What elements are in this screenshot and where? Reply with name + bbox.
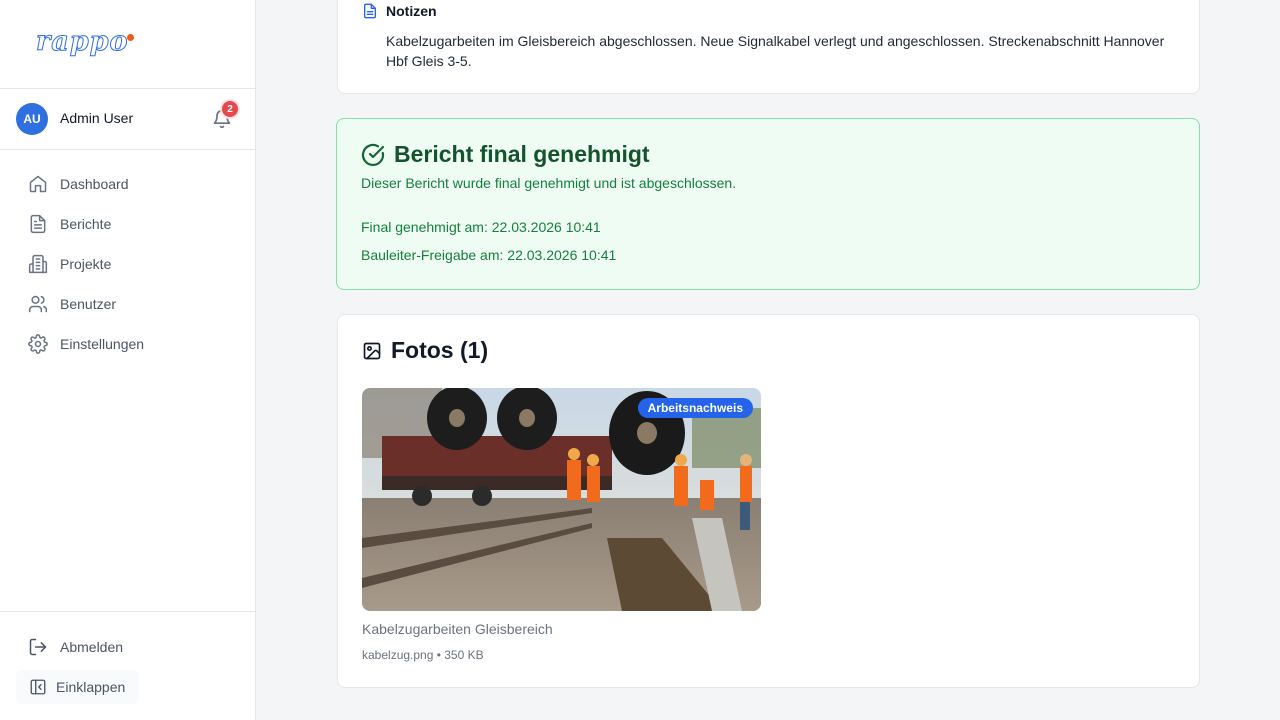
notes-card: Notizen Kabelzugarbeiten im Gleisbereich… [337, 0, 1200, 94]
collapse-sidebar-button[interactable]: Einklappen [16, 670, 140, 704]
final-approval-date: Final genehmigt am: 22.03.2026 10:41 [361, 219, 601, 235]
document-icon [364, 3, 376, 19]
photo-file-meta: kabelzug.png • 350 KB [362, 648, 484, 662]
gear-icon [28, 334, 48, 354]
logout-label: Abmelden [60, 639, 124, 655]
notifications-button[interactable]: 2 [210, 101, 238, 131]
photos-card: Fotos (1) Arbeitsnachweis Kabelzugarbeit… [337, 314, 1200, 688]
site-manager-release-date: Bauleiter-Freigabe am: 22.03.2026 10:41 [361, 247, 617, 263]
logo-dot [127, 34, 134, 41]
check-circle-icon [361, 143, 385, 166]
sidebar-item-benutzer[interactable]: Benutzer [16, 284, 240, 324]
sidebar-item-dashboard[interactable]: Dashboard [16, 164, 240, 204]
collapse-label: Einklappen [56, 679, 126, 695]
notes-text: Kabelzugarbeiten im Gleisbereich abgesch… [386, 33, 1165, 69]
sidebar-item-label: Benutzer [60, 296, 117, 312]
building-icon [28, 254, 48, 274]
logo-area: rappo [0, 0, 255, 89]
app-logo[interactable]: rappo [36, 26, 129, 58]
sidebar-item-projekte[interactable]: Projekte [16, 244, 240, 284]
notes-header: Notizen [362, 3, 437, 19]
sidebar-item-label: Projekte [60, 256, 112, 272]
avatar[interactable]: AU [16, 103, 48, 135]
approval-subtitle: Dieser Bericht wurde final genehmigt und… [361, 175, 737, 191]
file-text-icon [28, 214, 48, 234]
user-name: Admin User [60, 110, 134, 126]
approval-title: Bericht final genehmigt [394, 141, 650, 167]
sidebar-item-label: Einstellungen [60, 336, 145, 352]
home-icon [28, 174, 48, 194]
photo-caption: Kabelzugarbeiten Gleisbereich [362, 621, 553, 637]
notification-badge: 2 [222, 101, 238, 117]
photos-title: Fotos (1) [391, 337, 489, 363]
sidebar-footer: Abmelden Einklappen [0, 611, 255, 720]
photos-header: Fotos (1) [362, 337, 488, 364]
sidebar-item-label: Dashboard [60, 176, 129, 192]
sidebar-item-berichte[interactable]: Berichte [16, 204, 240, 244]
railway-cable-work-photo [362, 388, 761, 611]
sidebar-item-einstellungen[interactable]: Einstellungen [16, 324, 240, 364]
logout-button[interactable]: Abmelden [16, 630, 137, 664]
image-icon [363, 342, 381, 359]
notes-title: Notizen [386, 3, 437, 19]
user-profile: AU Admin User 2 [0, 89, 255, 150]
approval-header: Bericht final genehmigt [361, 141, 650, 168]
sidebar: rappo AU Admin User 2 Dashboard Berichte [0, 0, 256, 720]
users-icon [28, 294, 48, 314]
photo-category-badge: Arbeitsnachweis [637, 398, 753, 418]
approval-banner: Bericht final genehmigt Dieser Bericht w… [336, 118, 1200, 290]
panel-collapse-icon [28, 677, 48, 697]
sidebar-item-label: Berichte [60, 216, 112, 232]
main-nav: Dashboard Berichte Projekte Benutzer Ein… [16, 164, 240, 364]
logout-icon [28, 637, 48, 657]
photo-thumbnail[interactable]: Arbeitsnachweis [362, 388, 761, 611]
